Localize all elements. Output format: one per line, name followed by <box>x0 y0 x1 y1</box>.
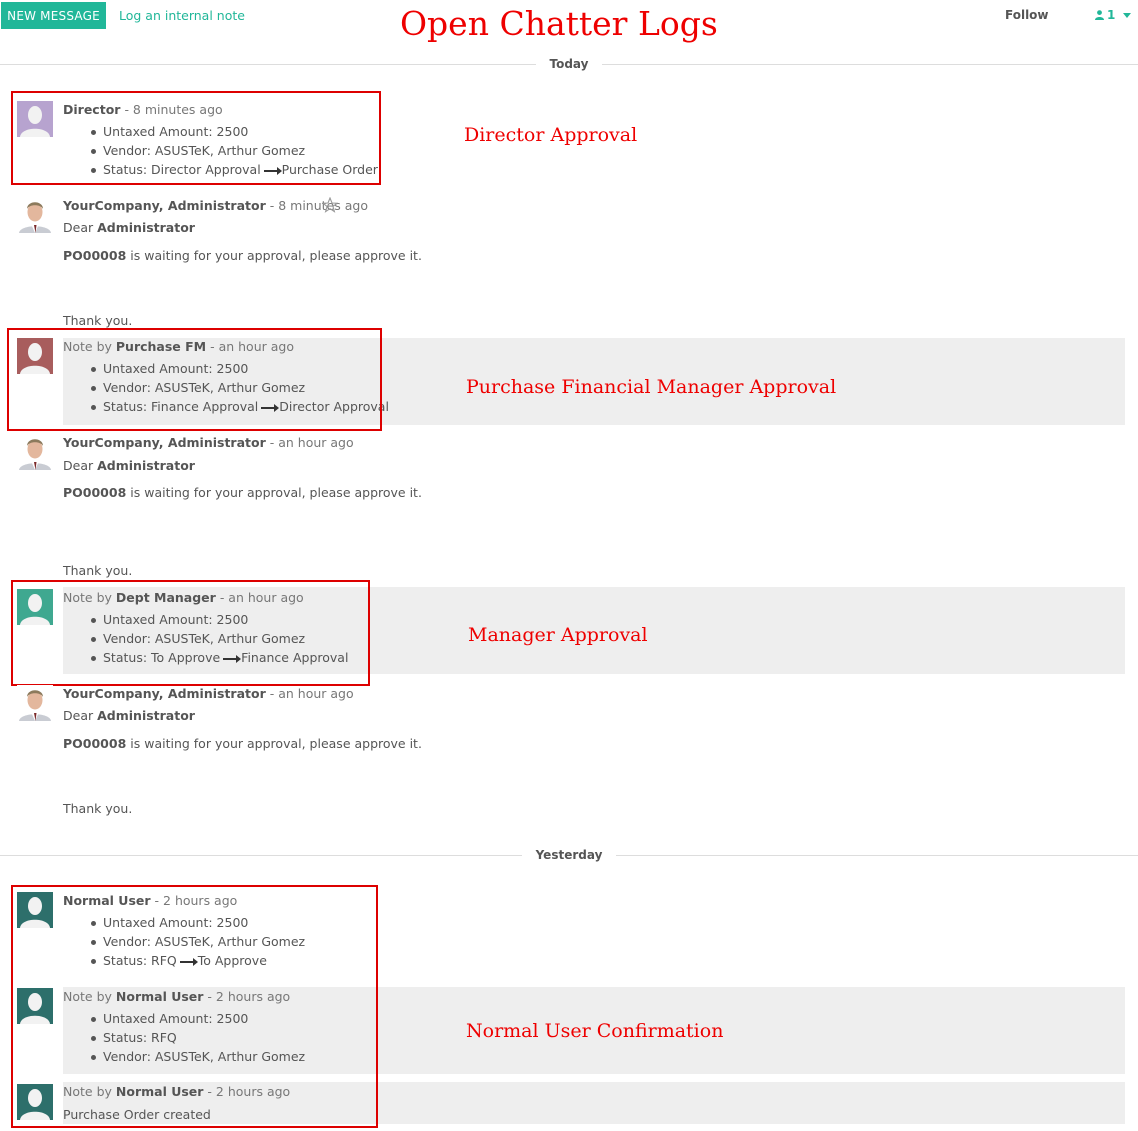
admin2-body: PO00008 is waiting for your approval, pl… <box>63 485 422 500</box>
po-reference: PO00008 <box>63 485 127 500</box>
separator-today-label: Today <box>535 57 603 71</box>
separator-today: Today <box>0 56 1138 71</box>
admin3-body: PO00008 is waiting for your approval, pl… <box>63 736 422 751</box>
admin2-time: - an hour ago <box>269 435 354 450</box>
waiting-text: is waiting for your approval, please app… <box>130 485 422 500</box>
admin2-meta: YourCompany, Administrator - an hour ago <box>63 435 354 450</box>
separator-yesterday: Yesterday <box>0 847 1138 862</box>
annotation-director: Director Approval <box>464 124 638 146</box>
separator-yesterday-label: Yesterday <box>521 848 617 862</box>
greeting-text: Dear <box>63 458 94 473</box>
greeting-text: Dear <box>63 220 94 235</box>
admin3-thanks: Thank you. <box>63 801 133 816</box>
admin3-meta: YourCompany, Administrator - an hour ago <box>63 686 354 701</box>
follow-button[interactable]: Follow <box>1005 8 1049 22</box>
recipient: Administrator <box>97 458 195 473</box>
admin1-body: PO00008 is waiting for your approval, pl… <box>63 248 422 263</box>
po-reference: PO00008 <box>63 248 127 263</box>
admin3-time: - an hour ago <box>269 686 354 701</box>
log-note-link[interactable]: Log an internal note <box>119 8 245 23</box>
waiting-text: is waiting for your approval, please app… <box>130 248 422 263</box>
recipient: Administrator <box>97 220 195 235</box>
po-reference: PO00008 <box>63 736 127 751</box>
recipient: Administrator <box>97 708 195 723</box>
highlight-box <box>11 885 378 1128</box>
admin1-time: - 8 minutes ago <box>269 198 368 213</box>
followers-count: 1 <box>1107 8 1116 22</box>
admin1-thanks: Thank you. <box>63 313 133 328</box>
person-photo-icon <box>17 685 53 721</box>
annotation-manager: Manager Approval <box>468 624 648 646</box>
admin3-greeting: Dear Administrator <box>63 708 195 723</box>
highlight-box <box>7 328 382 431</box>
annotation-purchase-fm: Purchase Financial Manager Approval <box>466 376 837 398</box>
greeting-text: Dear <box>63 708 94 723</box>
annotation-title: Open Chatter Logs <box>400 4 718 43</box>
person-photo-icon <box>17 434 53 470</box>
annotation-normal-user: Normal User Confirmation <box>466 1020 724 1042</box>
new-message-button[interactable]: NEW MESSAGE <box>1 2 106 29</box>
admin3-author[interactable]: YourCompany, Administrator <box>63 686 266 701</box>
highlight-box <box>11 91 381 185</box>
admin2-thanks: Thank you. <box>63 563 133 578</box>
admin2-greeting: Dear Administrator <box>63 458 195 473</box>
caret-down-icon <box>1123 12 1132 18</box>
followers-button[interactable]: 1 <box>1095 8 1132 22</box>
star-icon[interactable] <box>322 197 338 213</box>
user-icon <box>1095 10 1104 20</box>
person-photo-icon <box>17 197 53 233</box>
admin1-author[interactable]: YourCompany, Administrator <box>63 198 266 213</box>
admin1-greeting: Dear Administrator <box>63 220 195 235</box>
waiting-text: is waiting for your approval, please app… <box>130 736 422 751</box>
admin2-author[interactable]: YourCompany, Administrator <box>63 435 266 450</box>
highlight-box <box>11 580 370 686</box>
